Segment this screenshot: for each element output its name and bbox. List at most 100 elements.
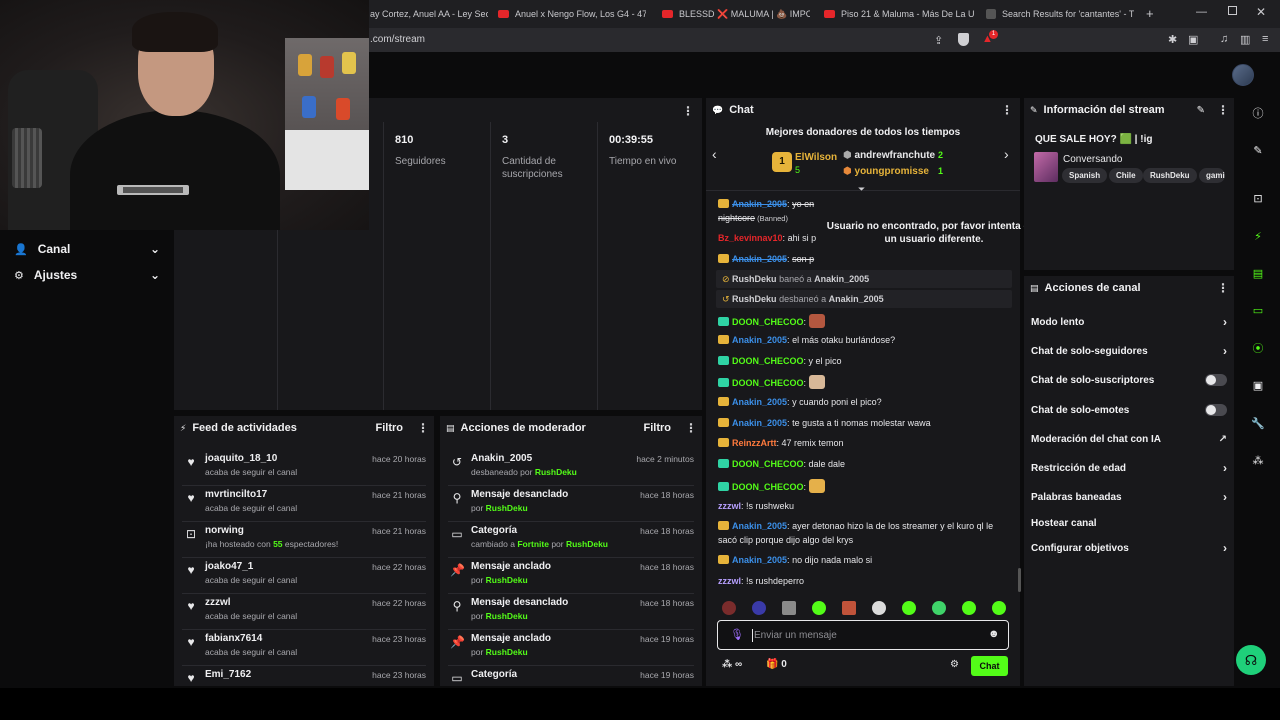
- tag-gaming[interactable]: gami: [1199, 168, 1225, 183]
- list-item[interactable]: ♥ Emi_7162 hace 23 horas: [174, 667, 434, 686]
- chat-username[interactable]: Anakin_2005: [732, 254, 787, 264]
- doc-icon[interactable]: ▤: [1250, 266, 1266, 282]
- emote-icon[interactable]: [842, 601, 856, 615]
- tag-chile[interactable]: Chile: [1109, 168, 1143, 183]
- action-subscribers-only[interactable]: Chat de solo-suscriptores: [1031, 371, 1227, 389]
- music-icon[interactable]: ♫: [1220, 33, 1228, 45]
- list-item[interactable]: 📌 Mensaje anclado por RushDeku hace 18 h…: [440, 559, 702, 595]
- chat-message[interactable]: DOON_CHECOO:: [718, 314, 1014, 328]
- donor-3[interactable]: ⬢ youngpromisse: [843, 166, 929, 177]
- browser-tab[interactable]: Search Results for 'cantantes' - TierM: [986, 4, 1134, 24]
- url-text[interactable]: .com/stream: [370, 34, 425, 45]
- donor-2[interactable]: ⬢ andrewfranchute: [843, 150, 935, 161]
- list-item[interactable]: ♥ joako47_1 acaba de seguir el canal hac…: [174, 559, 434, 595]
- browser-tab[interactable]: BLESSD ❌ MALUMA | 💩 IMPOSIBL: [662, 4, 810, 24]
- list-item[interactable]: ⚲ Mensaje desanclado por RushDeku hace 1…: [440, 487, 702, 523]
- chevron-left-icon[interactable]: ‹: [712, 146, 717, 162]
- chat-username[interactable]: DOON_CHECOO: [732, 378, 804, 388]
- chat-message[interactable]: DOON_CHECOO:: [718, 479, 1014, 493]
- stream-category[interactable]: Conversando: [1063, 154, 1122, 165]
- donor-name[interactable]: ElWilson: [795, 152, 837, 163]
- chat-message[interactable]: Anakin_2005: ayer detonao hizo la de los…: [718, 520, 1014, 532]
- more-options-icon[interactable]: ⋮: [1217, 281, 1229, 295]
- channel-points[interactable]: ⁂ ∞: [722, 659, 742, 670]
- chat-settings-icon[interactable]: ⚙: [950, 659, 959, 670]
- shield-icon[interactable]: [958, 33, 969, 46]
- wallet-icon[interactable]: ▣: [1188, 33, 1198, 46]
- chat-scrollbar[interactable]: [1018, 568, 1021, 592]
- chat-message[interactable]: Anakin_2005: no dijo nada malo si: [718, 554, 1014, 566]
- menu-icon[interactable]: ≡: [1262, 33, 1268, 45]
- action-age-restriction[interactable]: Restricción de edad ›: [1031, 459, 1227, 477]
- chat-username[interactable]: Anakin_2005: [732, 335, 787, 345]
- list-item[interactable]: ♥ mvrtincilto17 acaba de seguir el canal…: [174, 487, 434, 523]
- browser-tab[interactable]: Anuel x Nengo Flow, Los G4 - 47 (Re: [498, 4, 646, 24]
- edit-icon[interactable]: ✎: [1197, 105, 1205, 116]
- pin-collapse-icon[interactable]: ⏷: [858, 184, 865, 195]
- extensions-icon[interactable]: ✱: [1168, 33, 1177, 46]
- chat-username[interactable]: Bz_kevinnav10: [718, 233, 783, 243]
- list-item[interactable]: ♥ joaquito_18_10 acaba de seguir el cana…: [174, 451, 434, 487]
- action-slow-mode[interactable]: Modo lento ›: [1031, 313, 1227, 331]
- list-item[interactable]: ♥ fabianx7614 acaba de seguir el canal h…: [174, 631, 434, 667]
- sidebar-item-ajustes[interactable]: ⚙ Ajustes ⌄: [14, 266, 160, 284]
- tag-rushdeku[interactable]: RushDeku: [1143, 168, 1197, 183]
- minimize-icon[interactable]: —: [1196, 6, 1207, 18]
- more-options-icon[interactable]: ⋮: [1001, 103, 1013, 117]
- chat-username[interactable]: ReinzzArtt: [732, 438, 777, 448]
- chat-username[interactable]: Anakin_2005: [732, 199, 787, 209]
- browser-tab[interactable]: ay Cortez, Anuel AA - Ley Seca: [370, 4, 488, 24]
- card-icon[interactable]: ▣: [1250, 378, 1266, 394]
- chat-message[interactable]: zzzwl: !s rushdeperro: [718, 575, 1014, 587]
- more-options-icon[interactable]: ⋮: [685, 421, 697, 435]
- chat-username[interactable]: DOON_CHECOO: [732, 482, 804, 492]
- list-item[interactable]: ♥ zzzwl acaba de seguir el canal hace 22…: [174, 595, 434, 631]
- list-item[interactable]: ▭ Categoría cambiado a Fortnite por Rush…: [440, 523, 702, 559]
- wrench-icon[interactable]: 🔧: [1250, 416, 1266, 432]
- chat-input[interactable]: 🎙 Enviar un mensaje ☻: [717, 620, 1009, 650]
- chat-username[interactable]: zzzwl: [718, 576, 741, 586]
- action-host-channel[interactable]: Hostear canal: [1031, 514, 1227, 532]
- chat-message[interactable]: Anakin_2005: y cuando poni el pico?: [718, 396, 1014, 408]
- chat-icon[interactable]: ▭: [1250, 303, 1266, 319]
- more-options-icon[interactable]: ⋮: [1217, 103, 1229, 117]
- emote-icon[interactable]: [962, 601, 976, 615]
- sidebar-item-canal[interactable]: 👤 Canal ⌄: [14, 240, 160, 258]
- list-item[interactable]: ↺ Anakin_2005 desbaneado por RushDeku ha…: [440, 451, 702, 487]
- action-emotes-only[interactable]: Chat de solo-emotes: [1031, 401, 1227, 419]
- bolt-icon[interactable]: ⚡: [1250, 229, 1266, 245]
- chat-message[interactable]: DOON_CHECOO:: [718, 375, 1014, 389]
- emoji-picker-icon[interactable]: ☻: [988, 628, 1000, 640]
- emote-icon[interactable]: [872, 601, 886, 615]
- microphone-icon[interactable]: 🎙: [730, 628, 744, 641]
- emote-icon[interactable]: [812, 601, 826, 615]
- maximize-icon[interactable]: [1228, 6, 1237, 15]
- emote-icon[interactable]: [722, 601, 736, 615]
- filter-button[interactable]: Filtro: [644, 422, 672, 434]
- more-options-icon[interactable]: ⋮: [417, 421, 429, 435]
- clip-icon[interactable]: ⊡: [1250, 191, 1266, 207]
- chat-message[interactable]: DOON_CHECOO: y el pico: [718, 355, 1014, 367]
- chat-message[interactable]: Anakin_2005: el más otaku burlándose?: [718, 334, 1014, 346]
- more-options-icon[interactable]: ⋮: [682, 104, 694, 118]
- share-icon[interactable]: ⇪: [934, 34, 943, 47]
- chat-message[interactable]: zzzwl: !s rushweku: [718, 500, 1014, 512]
- chat-username[interactable]: DOON_CHECOO: [732, 356, 804, 366]
- list-item[interactable]: ▭ Categoría hace 19 horas: [440, 667, 702, 686]
- action-configure-goals[interactable]: Configurar objetivos ›: [1031, 539, 1227, 557]
- category-thumbnail[interactable]: [1034, 152, 1058, 182]
- chat-username[interactable]: Anakin_2005: [732, 418, 787, 428]
- emote-icon[interactable]: [932, 601, 946, 615]
- info-icon[interactable]: ⓘ: [1250, 106, 1266, 122]
- chat-message[interactable]: Anakin_2005: yo en: [718, 198, 1014, 210]
- chat-message[interactable]: DOON_CHECOO: dale dale: [718, 458, 1014, 470]
- list-item[interactable]: ⊡ norwing ¡ha hosteado con 55 espectador…: [174, 523, 434, 559]
- close-window-icon[interactable]: ✕: [1256, 5, 1266, 19]
- emote-icon[interactable]: [992, 601, 1006, 615]
- send-chat-button[interactable]: Chat: [971, 656, 1008, 676]
- emote-icon[interactable]: [782, 601, 796, 615]
- edit-icon[interactable]: ✎: [1250, 143, 1266, 159]
- list-item[interactable]: ⚲ Mensaje desanclado por RushDeku hace 1…: [440, 595, 702, 631]
- chevron-right-icon[interactable]: ›: [1004, 146, 1009, 162]
- filter-button[interactable]: Filtro: [376, 422, 404, 434]
